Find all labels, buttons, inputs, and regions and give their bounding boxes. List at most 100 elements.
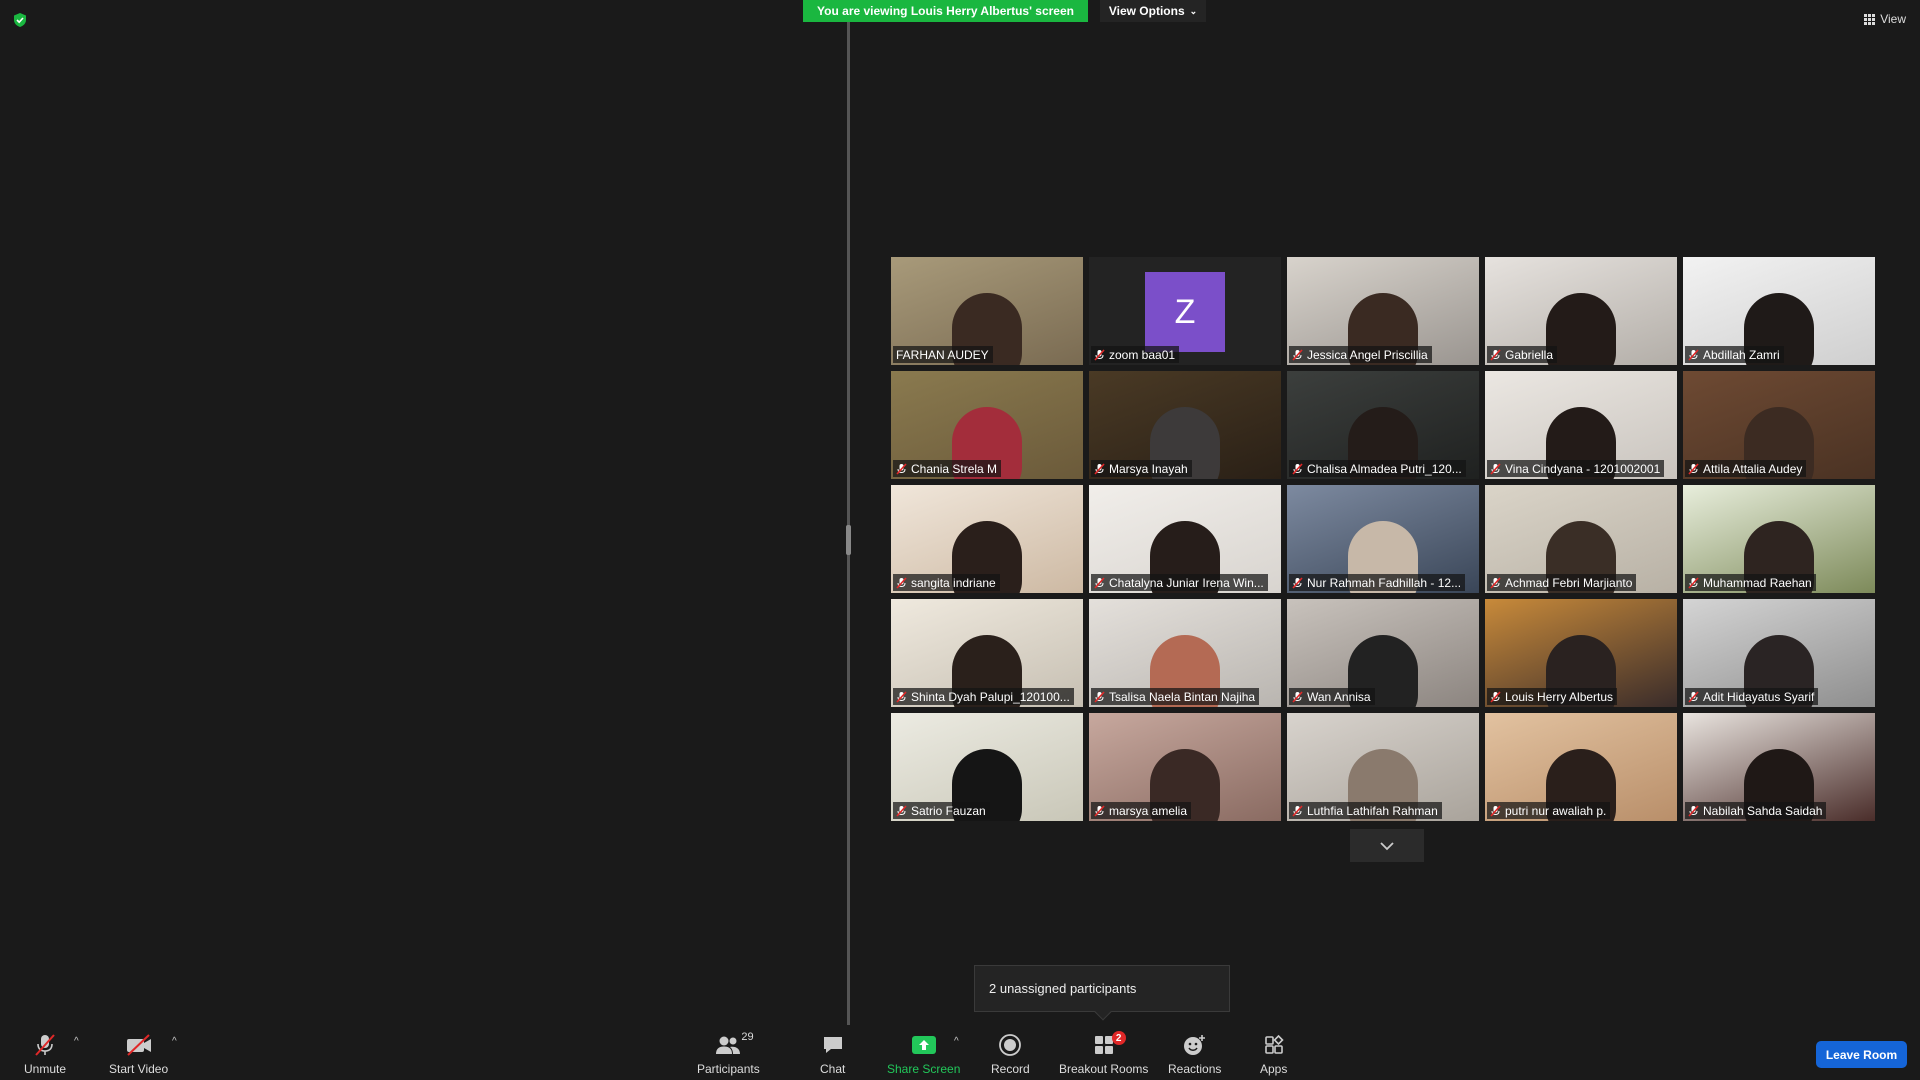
apps-button[interactable]: Apps (1260, 1031, 1287, 1076)
record-label: Record (991, 1062, 1030, 1076)
muted-microphone-icon (1292, 348, 1303, 361)
participant-name: Chania Strela M (911, 461, 998, 476)
participant-tile[interactable]: Wan Annisa (1287, 599, 1479, 707)
participant-tile[interactable]: Marsya Inayah (1089, 371, 1281, 479)
breakout-rooms-button[interactable]: 2 Breakout Rooms (1059, 1031, 1148, 1076)
muted-microphone-icon (896, 804, 907, 817)
participant-tile[interactable]: Nabilah Sahda Saidah (1683, 713, 1875, 821)
tooltip-tail (1094, 1003, 1112, 1021)
participant-tile[interactable]: Chalisa Almadea Putri_120... (1287, 371, 1479, 479)
view-menu-label: View (1880, 12, 1906, 26)
participant-tile[interactable]: FARHAN AUDEY (891, 257, 1083, 365)
participant-name: Muhammad Raehan (1703, 575, 1812, 590)
video-options-caret[interactable]: ^ (172, 1036, 177, 1047)
participant-tile[interactable]: Zzoom baa01 (1089, 257, 1281, 365)
participant-name-tag: Nabilah Sahda Saidah (1685, 802, 1827, 819)
grid-view-icon (1864, 13, 1876, 25)
reactions-button[interactable]: Reactions (1168, 1031, 1221, 1076)
participant-tile[interactable]: marsya amelia (1089, 713, 1281, 821)
breakout-rooms-badge: 2 (1111, 1031, 1126, 1045)
gallery-next-page-button[interactable] (1350, 829, 1424, 862)
participant-name: Shinta Dyah Palupi_120100... (911, 689, 1070, 704)
audio-options-caret[interactable]: ^ (74, 1036, 79, 1047)
participant-name: Jessica Angel Priscillia (1307, 347, 1428, 362)
participant-name: Tsalisa Naela Bintan Najiha (1109, 689, 1256, 704)
toast-text: 2 unassigned participants (989, 981, 1137, 996)
leave-room-label: Leave Room (1825, 1047, 1898, 1062)
participant-name-tag: Marsya Inayah (1091, 460, 1192, 477)
participant-tile[interactable]: Attila Attalia Audey (1683, 371, 1875, 479)
participant-name-tag: zoom baa01 (1091, 346, 1180, 363)
participant-tile[interactable]: Vina Cindyana - 1201002001 (1485, 371, 1677, 479)
start-video-button[interactable]: Start Video (109, 1031, 168, 1076)
split-divider[interactable] (847, 22, 850, 1025)
participant-name: Chalisa Almadea Putri_120... (1307, 461, 1462, 476)
muted-microphone-icon (896, 462, 907, 475)
share-screen-label: Share Screen (887, 1062, 961, 1076)
chat-button[interactable]: Chat (820, 1031, 845, 1076)
muted-microphone-icon (1490, 804, 1501, 817)
screen-share-banner: You are viewing Louis Herry Albertus' sc… (803, 0, 1088, 22)
participant-tile[interactable]: Louis Herry Albertus (1485, 599, 1677, 707)
share-options-caret[interactable]: ^ (954, 1036, 959, 1047)
participant-tile[interactable]: Chania Strela M (891, 371, 1083, 479)
participant-name: Achmad Febri Marjianto (1505, 575, 1633, 590)
participant-name-tag: Wan Annisa (1289, 688, 1375, 705)
participant-tile[interactable]: Chatalyna Juniar Irena Win... (1089, 485, 1281, 593)
zoom-meeting-window: You are viewing Louis Herry Albertus' sc… (0, 0, 1920, 1080)
participant-name: Abdillah Zamri (1703, 347, 1780, 362)
participant-tile[interactable]: Nur Rahmah Fadhillah - 12... (1287, 485, 1479, 593)
muted-microphone-icon (1094, 348, 1105, 361)
participant-name-tag: Jessica Angel Priscillia (1289, 346, 1432, 363)
muted-microphone-icon (1292, 576, 1303, 589)
participant-tile[interactable]: putri nur awaliah p. (1485, 713, 1677, 821)
muted-microphone-icon (1094, 690, 1105, 703)
shield-icon[interactable] (12, 12, 28, 28)
participants-button[interactable]: 29 Participants (697, 1031, 760, 1076)
participant-name-tag: Achmad Febri Marjianto (1487, 574, 1637, 591)
leave-room-button[interactable]: Leave Room (1816, 1041, 1907, 1068)
participant-tile[interactable]: Gabriella (1485, 257, 1677, 365)
muted-microphone-icon (1490, 462, 1501, 475)
muted-microphone-icon (1688, 462, 1699, 475)
participant-tile[interactable]: Satrio Fauzan (891, 713, 1083, 821)
participant-tile[interactable]: Luthfia Lathifah Rahman (1287, 713, 1479, 821)
apps-label: Apps (1260, 1062, 1288, 1076)
chat-bubble-icon (821, 1031, 845, 1059)
muted-microphone-icon (32, 1031, 58, 1059)
split-divider-handle[interactable] (846, 525, 851, 555)
muted-microphone-icon (1490, 690, 1501, 703)
muted-microphone-icon (1688, 576, 1699, 589)
participant-tile[interactable]: Tsalisa Naela Bintan Najiha (1089, 599, 1281, 707)
participant-name-tag: Louis Herry Albertus (1487, 688, 1618, 705)
record-button[interactable]: Record (991, 1031, 1030, 1076)
participant-name-tag: FARHAN AUDEY (893, 346, 993, 363)
share-screen-button[interactable]: Share Screen (887, 1031, 960, 1076)
muted-microphone-icon (1094, 462, 1105, 475)
chevron-down-icon (1380, 841, 1394, 850)
participant-tile[interactable]: Shinta Dyah Palupi_120100... (891, 599, 1083, 707)
participant-tile[interactable]: Jessica Angel Priscillia (1287, 257, 1479, 365)
participant-tile[interactable]: Abdillah Zamri (1683, 257, 1875, 365)
view-options-label: View Options (1108, 4, 1185, 18)
breakout-rooms-icon: 2 (1092, 1031, 1126, 1059)
participant-name: Louis Herry Albertus (1505, 689, 1614, 704)
unassigned-participants-tooltip[interactable]: 2 unassigned participants (974, 965, 1230, 1021)
participant-avatar: Z (1145, 272, 1225, 352)
unmute-button[interactable]: Unmute (24, 1031, 66, 1076)
view-menu-button[interactable]: View (1864, 12, 1906, 26)
share-screen-icon (911, 1031, 937, 1059)
participant-name-tag: Tsalisa Naela Bintan Najiha (1091, 688, 1260, 705)
muted-microphone-icon (1292, 690, 1303, 703)
participant-name-tag: Abdillah Zamri (1685, 346, 1784, 363)
participant-name: Attila Attalia Audey (1703, 461, 1803, 476)
participant-tile[interactable]: Muhammad Raehan (1683, 485, 1875, 593)
muted-microphone-icon (896, 576, 907, 589)
participant-tile[interactable]: Achmad Febri Marjianto (1485, 485, 1677, 593)
participant-name: FARHAN AUDEY (896, 347, 989, 362)
smiley-plus-icon (1182, 1031, 1208, 1059)
participant-name-tag: Satrio Fauzan (893, 802, 990, 819)
participant-tile[interactable]: sangita indriane (891, 485, 1083, 593)
participant-tile[interactable]: Adit Hidayatus Syarif (1683, 599, 1875, 707)
view-options-button[interactable]: View Options ⌄ (1100, 0, 1206, 22)
